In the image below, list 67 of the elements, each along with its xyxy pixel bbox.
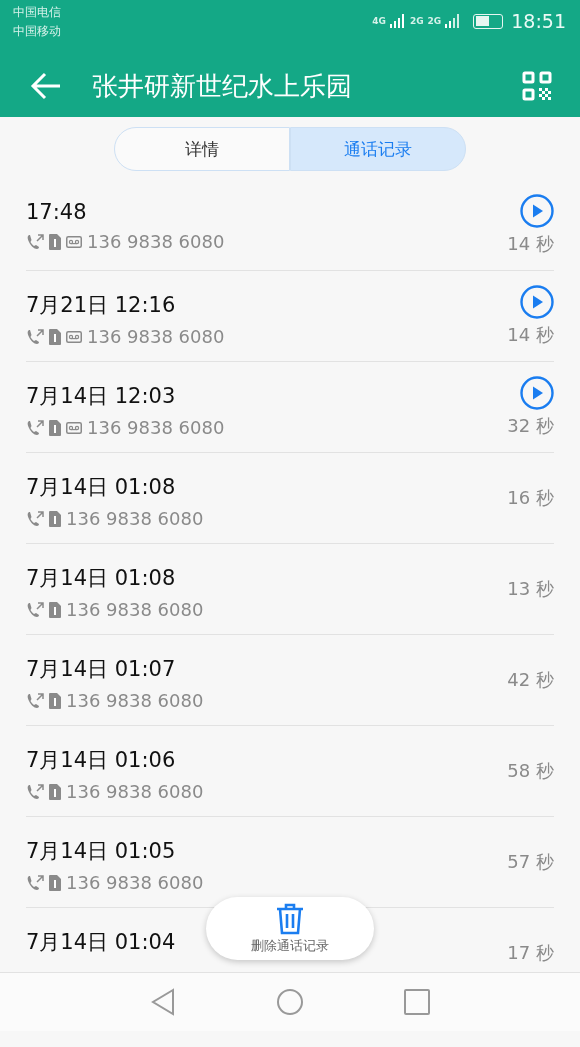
call-duration: 14 秒 bbox=[507, 323, 554, 347]
back-nav-icon[interactable] bbox=[150, 988, 176, 1016]
network-type: 2G bbox=[427, 16, 442, 26]
sim-card-icon bbox=[49, 328, 61, 345]
clock: 18:51 bbox=[511, 10, 566, 32]
home-nav-icon[interactable] bbox=[276, 988, 304, 1016]
phone-number: 136 9838 6080 bbox=[87, 417, 225, 438]
sim-card-icon bbox=[49, 601, 61, 618]
call-time: 17:48 bbox=[26, 200, 88, 224]
phone-number: 136 9838 6080 bbox=[87, 231, 225, 252]
call-duration: 42 秒 bbox=[507, 668, 554, 692]
trash-icon bbox=[276, 902, 304, 935]
phone-number: 136 9838 6080 bbox=[87, 326, 225, 347]
call-time: 7月14日 12:03 bbox=[26, 383, 177, 410]
call-time: 7月14日 01:08 bbox=[26, 474, 177, 501]
sim-card-icon bbox=[49, 510, 61, 527]
carrier-name: 中国移动 bbox=[13, 23, 61, 40]
tab[interactable]: 通话记录 bbox=[290, 127, 466, 171]
call-duration: 57 秒 bbox=[507, 850, 554, 874]
recents-nav-icon[interactable] bbox=[404, 989, 430, 1015]
call-duration: 13 秒 bbox=[507, 577, 554, 601]
outgoing-call-icon bbox=[26, 419, 44, 436]
call-duration: 58 秒 bbox=[507, 759, 554, 783]
battery-icon bbox=[473, 13, 504, 29]
contact-name: 张井研新世纪水上乐园 bbox=[92, 69, 353, 103]
phone-number: 136 9838 6080 bbox=[66, 599, 204, 620]
call-time: 7月14日 01:08 bbox=[26, 565, 177, 592]
sim-card-icon bbox=[49, 419, 61, 436]
voicemail-icon bbox=[66, 330, 82, 343]
outgoing-call-icon bbox=[26, 783, 44, 800]
play-button[interactable] bbox=[520, 194, 554, 228]
tab[interactable]: 详情 bbox=[114, 127, 290, 171]
outgoing-call-icon bbox=[26, 328, 44, 345]
signal-icon bbox=[389, 14, 406, 28]
back-button[interactable] bbox=[30, 72, 62, 100]
call-duration: 17 秒 bbox=[507, 941, 554, 965]
outgoing-call-icon bbox=[26, 601, 44, 618]
call-time: 7月14日 01:07 bbox=[26, 656, 177, 683]
outgoing-call-icon bbox=[26, 692, 44, 709]
call-time: 7月14日 01:04 bbox=[26, 929, 176, 956]
phone-number: 136 9838 6080 bbox=[66, 872, 204, 893]
phone-number: 136 9838 6080 bbox=[66, 781, 204, 802]
call-time: 7月21日 12:16 bbox=[26, 292, 177, 319]
call-duration: 32 秒 bbox=[507, 414, 554, 438]
voicemail-icon bbox=[66, 235, 82, 248]
network-type: 4G bbox=[372, 16, 386, 26]
play-button[interactable] bbox=[520, 376, 554, 410]
phone-number: 136 9838 6080 bbox=[66, 690, 204, 711]
outgoing-call-icon bbox=[26, 874, 44, 891]
network-type: 2G bbox=[409, 16, 424, 26]
phone-number: 136 9838 6080 bbox=[66, 508, 204, 529]
sim-card-icon bbox=[49, 874, 61, 891]
call-time: 7月14日 01:05 bbox=[26, 838, 177, 865]
outgoing-call-icon bbox=[26, 510, 44, 527]
play-button[interactable] bbox=[520, 285, 554, 319]
sim-card-icon bbox=[49, 692, 61, 709]
qr-code-icon[interactable] bbox=[522, 71, 552, 101]
signal-icon bbox=[445, 14, 462, 28]
delete-call-log-button[interactable]: 删除通话记录 bbox=[206, 897, 374, 960]
outgoing-call-icon bbox=[26, 233, 44, 250]
call-duration: 16 秒 bbox=[507, 486, 554, 510]
call-duration: 14 秒 bbox=[507, 232, 554, 256]
call-time: 7月14日 01:06 bbox=[26, 747, 177, 774]
sim-card-icon bbox=[49, 233, 61, 250]
voicemail-icon bbox=[66, 421, 82, 434]
sim-card-icon bbox=[49, 783, 61, 800]
carrier-name: 中国电信 bbox=[13, 4, 61, 21]
